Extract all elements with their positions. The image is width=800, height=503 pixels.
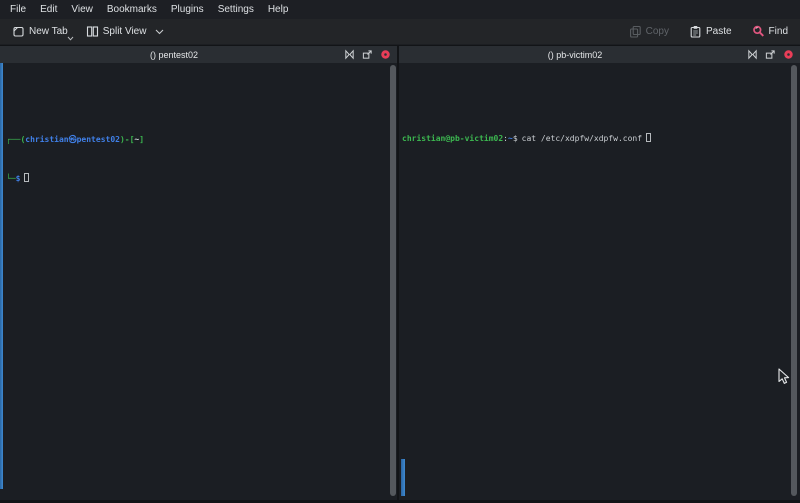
prompt-symbol: $ [513,134,518,143]
menu-settings[interactable]: Settings [211,2,261,17]
dropdown-arrow-icon[interactable] [67,36,74,41]
copy-icon [629,25,642,38]
terminal-pb-victim02[interactable]: christian@pb-victim02:~$cat /etc/xdpfw/x… [399,63,800,500]
close-icon[interactable] [379,48,392,61]
menu-plugins[interactable]: Plugins [164,2,211,17]
prompt-frame: ┌──( [6,135,25,144]
prompt-user-host: christian㉿pentest02 [25,135,120,144]
scrollbar[interactable] [390,65,396,496]
new-tab-button[interactable]: New Tab [7,22,73,41]
terminal-cursor [24,173,29,182]
paste-icon [689,25,702,38]
split-view-button[interactable]: Split View [81,22,170,41]
shell-prompt-line: christian@pb-victim02:~$cat /etc/xdpfw/x… [402,132,800,145]
split-view-label: Split View [103,26,147,37]
prompt-frame: └─ [6,174,16,183]
scrollbar[interactable] [791,65,797,496]
split-container: () pentest02 [0,45,800,503]
maximize-view-icon[interactable] [746,48,759,61]
pane-header-controls [343,48,392,61]
paste-label: Paste [706,26,732,37]
menu-view[interactable]: View [64,2,100,17]
menu-bar: File Edit View Bookmarks Plugins Setting… [0,0,800,19]
prompt-user-host: christian@pb-victim02 [402,134,503,143]
new-output-marker [0,63,3,489]
chevron-down-icon [155,29,164,35]
maximize-view-icon[interactable] [343,48,356,61]
paste-button[interactable]: Paste [684,22,737,41]
menu-help[interactable]: Help [261,2,296,17]
detach-view-icon[interactable] [764,48,777,61]
copy-label: Copy [646,26,669,37]
mouse-pointer-icon [777,368,791,391]
find-label: Find [769,26,788,37]
menu-file[interactable]: File [3,2,33,17]
search-icon [752,25,765,38]
pane-title: () pb-victim02 [404,50,746,60]
split-view-icon [86,25,99,38]
prompt-symbol: $ [16,174,21,183]
menu-bookmarks[interactable]: Bookmarks [100,2,164,17]
pane-title: () pentest02 [5,50,343,60]
find-button[interactable]: Find [747,22,793,41]
terminal-pane-pb-victim02: () pb-victim02 [399,46,800,500]
menu-edit[interactable]: Edit [33,2,64,17]
tab-new-icon [12,25,25,38]
pane-header-pentest02[interactable]: () pentest02 [0,46,397,63]
pane-header-pb-victim02[interactable]: () pb-victim02 [399,46,800,63]
close-icon[interactable] [782,48,795,61]
prompt-frame: ] [139,135,144,144]
pane-header-controls [746,48,795,61]
prompt-line-top: ┌──(christian㉿pentest02)-[~] [6,133,397,146]
copy-button[interactable]: Copy [624,22,674,41]
prompt-line-bottom: └─$ [6,172,397,185]
terminal-pane-pentest02: () pentest02 [0,46,397,500]
prompt-frame: )-[ [120,135,134,144]
terminal-pentest02[interactable]: ┌──(christian㉿pentest02)-[~] └─$ [0,63,397,500]
main-toolbar: New Tab Split View Copy [0,19,800,44]
new-output-marker [401,459,405,496]
typed-command: cat /etc/xdpfw/xdpfw.conf [522,134,642,143]
new-tab-label: New Tab [29,26,68,37]
terminal-cursor [646,133,651,142]
detach-view-icon[interactable] [361,48,374,61]
